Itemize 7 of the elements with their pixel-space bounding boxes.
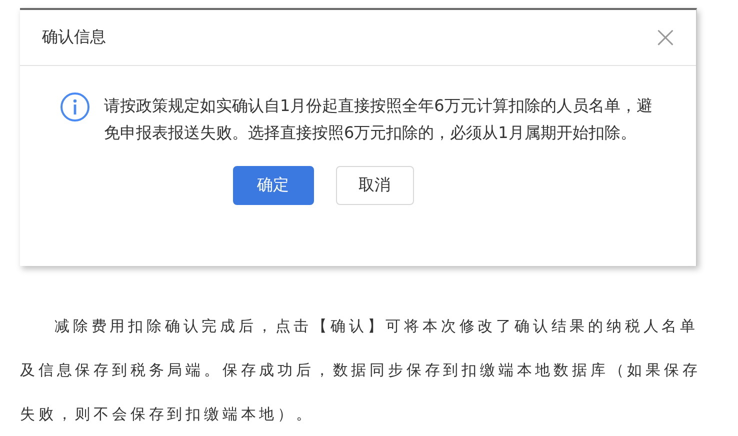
dialog-message: 请按政策规定如实确认自1月份起直接按照全年6万元计算扣除的人员名单，避免申报表报送失败。选择直接按照6万元扣除的，必须从1月属期开始扣除。 — [104, 95, 654, 144]
confirm-button[interactable]: 确定 — [232, 166, 314, 205]
dialog-title: 确认信息 — [42, 27, 106, 48]
cancel-button[interactable]: 取消 — [336, 166, 414, 205]
article-paragraph: 减除费用扣除确认完成后，点击【确认】可将本次修改了确认结果的纳税人名单及信息保存到税务局端。保存成功后，数据同步保存到扣缴端本地数据库（如果保存失败，则不会保存到扣缴端本地）。 — [20, 316, 702, 425]
close-button[interactable]: × — [652, 22, 678, 52]
info-icon — [60, 92, 90, 122]
